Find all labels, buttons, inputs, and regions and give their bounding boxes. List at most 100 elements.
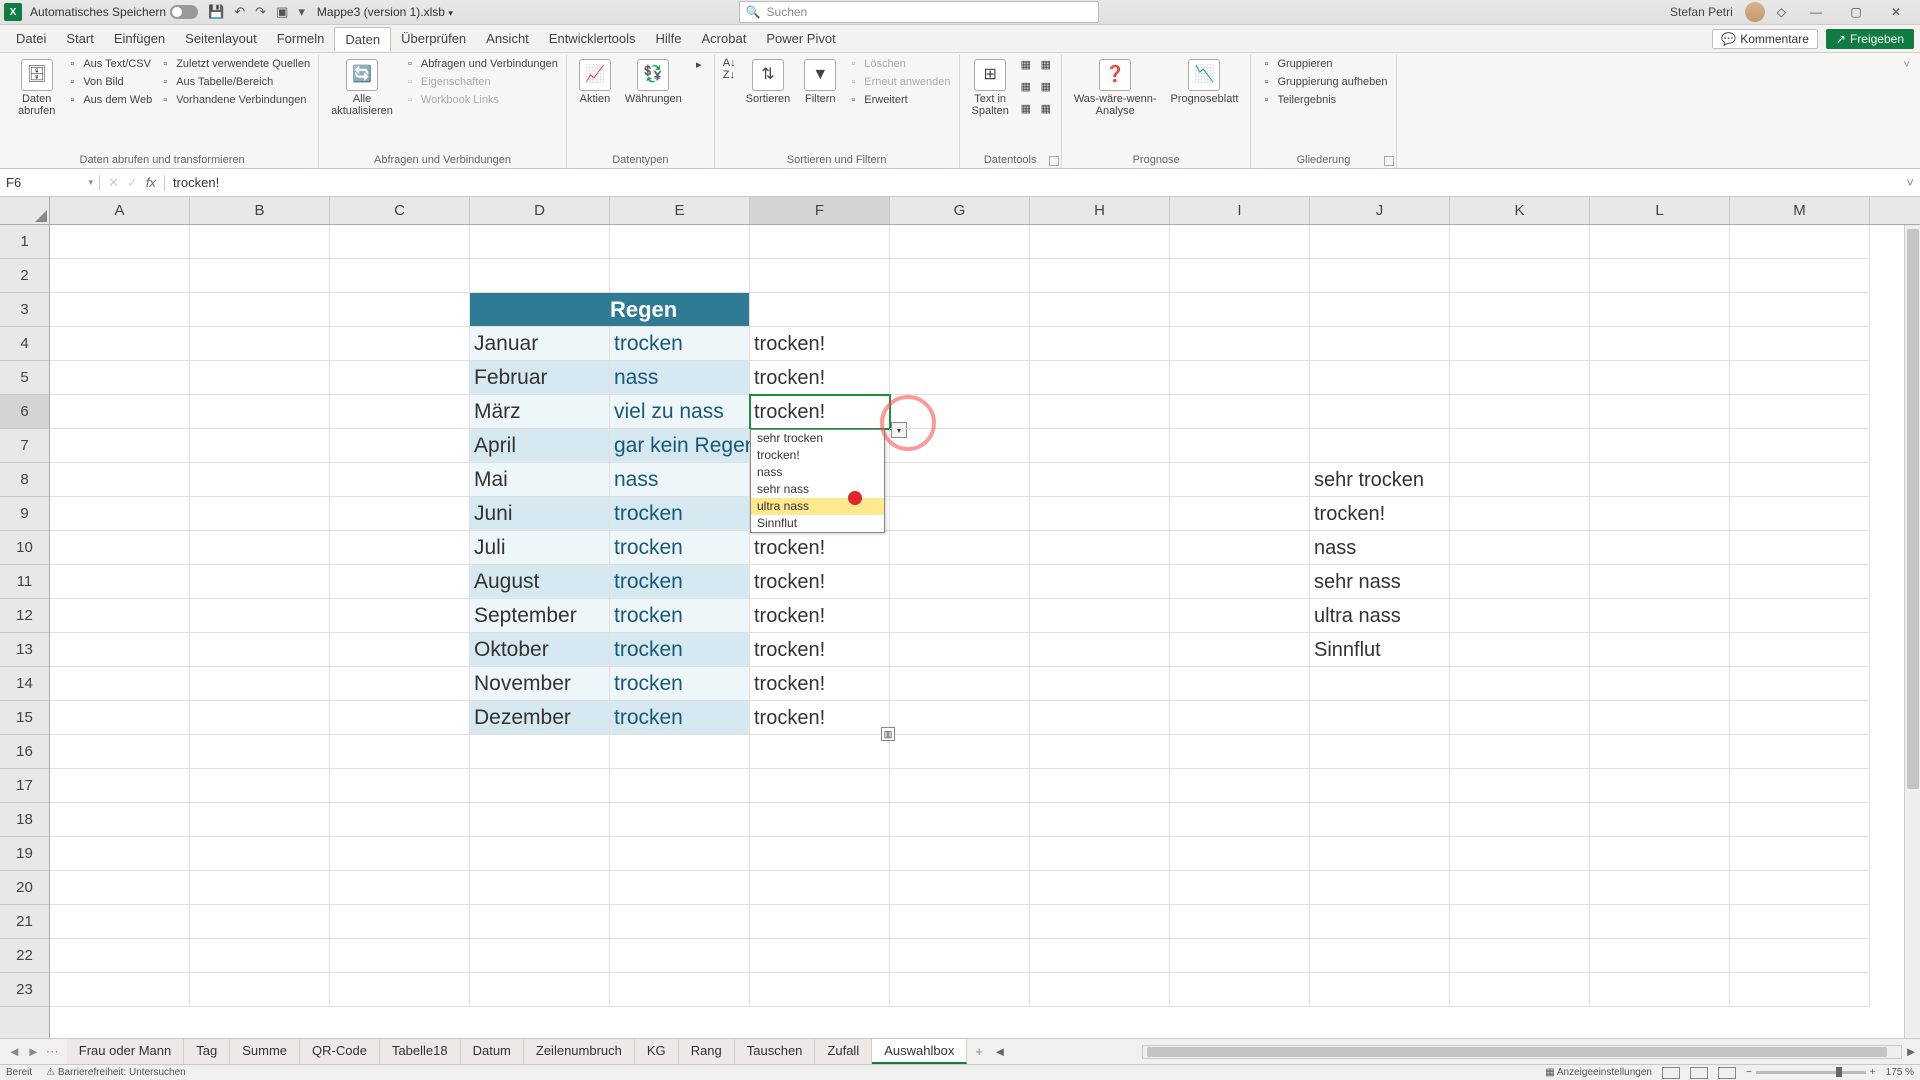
cell[interactable]: trocken <box>610 497 750 531</box>
validation-dropdown-list[interactable]: sehr trockentrocken!nasssehr nassultra n… <box>750 429 885 533</box>
cell[interactable] <box>50 599 190 633</box>
cell[interactable] <box>190 225 330 259</box>
cell[interactable] <box>1590 531 1730 565</box>
sort-asc-button[interactable]: A↓ <box>723 57 736 69</box>
row-header[interactable]: 22 <box>0 939 49 973</box>
save-icon[interactable]: 💾 <box>208 4 224 20</box>
cell[interactable] <box>1450 701 1590 735</box>
cell[interactable] <box>1590 803 1730 837</box>
cell[interactable] <box>1170 837 1310 871</box>
cell[interactable]: Sinnflut <box>1310 633 1450 667</box>
cell[interactable] <box>890 463 1030 497</box>
cell[interactable] <box>50 327 190 361</box>
forecast-sheet-button[interactable]: 📉Prognoseblatt <box>1167 57 1243 107</box>
tool-icon[interactable]: ▦ <box>1039 79 1053 93</box>
cell[interactable] <box>1030 429 1170 463</box>
cell[interactable] <box>1730 429 1870 463</box>
cell[interactable] <box>1450 905 1590 939</box>
cell[interactable] <box>50 701 190 735</box>
cell[interactable]: trocken <box>610 565 750 599</box>
cell[interactable] <box>610 225 750 259</box>
view-pagelayout-icon[interactable] <box>1690 1067 1708 1079</box>
tool-icon[interactable]: ▦ <box>1039 101 1053 115</box>
view-pagebreak-icon[interactable] <box>1718 1067 1736 1079</box>
column-header[interactable]: K <box>1450 197 1590 224</box>
cell[interactable] <box>50 225 190 259</box>
cell[interactable] <box>610 803 750 837</box>
cell[interactable]: nass <box>1310 531 1450 565</box>
cell[interactable] <box>50 803 190 837</box>
cell[interactable] <box>1170 327 1310 361</box>
row-header[interactable]: 5 <box>0 361 49 395</box>
cell[interactable] <box>1590 837 1730 871</box>
cell[interactable] <box>890 599 1030 633</box>
cell[interactable]: gar kein Regen <box>610 429 750 463</box>
cell[interactable] <box>50 429 190 463</box>
cell[interactable] <box>750 293 890 327</box>
cell[interactable] <box>1030 735 1170 769</box>
cell[interactable]: Februar <box>470 361 610 395</box>
cell[interactable] <box>1030 837 1170 871</box>
enter-icon[interactable]: ✓ <box>127 175 138 191</box>
cell[interactable] <box>1030 701 1170 735</box>
cell[interactable] <box>1170 701 1310 735</box>
cell[interactable] <box>1170 633 1310 667</box>
select-all-corner[interactable] <box>0 197 50 225</box>
cell[interactable] <box>1170 973 1310 1007</box>
filter-button[interactable]: ▼Filtern <box>800 57 840 107</box>
cell[interactable] <box>1450 939 1590 973</box>
cell[interactable] <box>1450 361 1590 395</box>
cell[interactable] <box>610 871 750 905</box>
cell[interactable] <box>330 633 470 667</box>
cell[interactable] <box>1730 395 1870 429</box>
cell[interactable]: nass <box>610 361 750 395</box>
cell[interactable] <box>470 225 610 259</box>
cell[interactable] <box>1030 463 1170 497</box>
cell[interactable] <box>1310 735 1450 769</box>
cell[interactable] <box>190 973 330 1007</box>
cell[interactable] <box>890 429 1030 463</box>
cell[interactable] <box>890 905 1030 939</box>
cell[interactable] <box>470 871 610 905</box>
ribbon-item[interactable]: ▫Teilergebnis <box>1259 93 1387 107</box>
cell[interactable] <box>1030 769 1170 803</box>
dialog-launcher-icon[interactable] <box>1049 156 1059 166</box>
cell[interactable] <box>190 633 330 667</box>
cell[interactable] <box>190 497 330 531</box>
cell[interactable] <box>1450 837 1590 871</box>
cell[interactable] <box>330 667 470 701</box>
ribbon-item[interactable]: ▫Abfragen und Verbindungen <box>403 57 558 71</box>
cell[interactable] <box>1030 327 1170 361</box>
cell[interactable] <box>1730 259 1870 293</box>
cell[interactable] <box>1310 361 1450 395</box>
cell[interactable]: trocken <box>610 633 750 667</box>
cell[interactable]: trocken! <box>750 599 890 633</box>
cell[interactable] <box>1730 667 1870 701</box>
cell[interactable] <box>470 769 610 803</box>
cell[interactable] <box>1590 327 1730 361</box>
currencies-button[interactable]: 💱Währungen <box>621 57 686 107</box>
cell[interactable] <box>190 259 330 293</box>
tool-icon[interactable]: ▦ <box>1019 57 1033 71</box>
cell[interactable] <box>890 667 1030 701</box>
cell[interactable] <box>1170 939 1310 973</box>
cell[interactable] <box>890 735 1030 769</box>
row-header[interactable]: 17 <box>0 769 49 803</box>
cell[interactable] <box>50 633 190 667</box>
cell[interactable]: September <box>470 599 610 633</box>
cell[interactable] <box>1590 633 1730 667</box>
row-header[interactable]: 3 <box>0 293 49 327</box>
dropdown-option[interactable]: nass <box>751 464 884 481</box>
ribbon-item[interactable]: ▫Von Bild <box>65 75 152 89</box>
row-header[interactable]: 7 <box>0 429 49 463</box>
cell[interactable] <box>1030 939 1170 973</box>
cell[interactable] <box>1310 259 1450 293</box>
cell[interactable]: trocken <box>610 599 750 633</box>
cell[interactable] <box>50 361 190 395</box>
cell[interactable] <box>190 463 330 497</box>
column-header[interactable]: I <box>1170 197 1310 224</box>
cell[interactable]: trocken! <box>750 667 890 701</box>
sheet-tab[interactable]: KG <box>635 1039 679 1064</box>
minimize-button[interactable]: — <box>1796 0 1836 25</box>
cell[interactable] <box>1030 973 1170 1007</box>
